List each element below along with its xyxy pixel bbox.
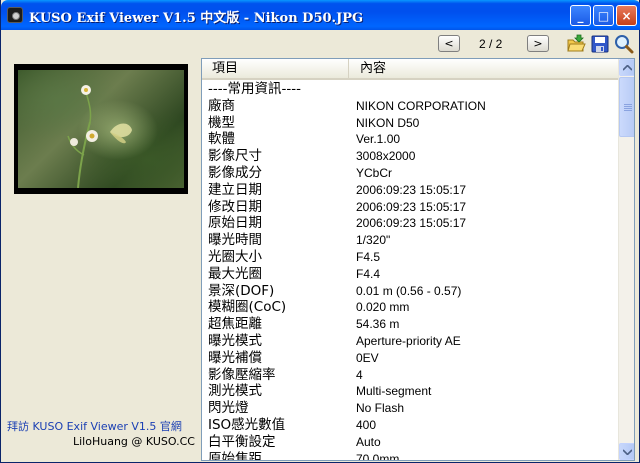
page-indicator: 2 / 2 <box>479 37 503 51</box>
item-value: 0EV <box>356 350 379 365</box>
item-name: 機型 <box>208 114 235 131</box>
item-name: 最大光圈 <box>208 265 262 282</box>
item-value: 400 <box>356 417 377 432</box>
item-name: 影像壓縮率 <box>208 366 276 383</box>
list-item[interactable]: 軟體 Ver.1.00 <box>202 131 618 148</box>
item-name: 景深(DOF) <box>208 282 275 299</box>
column-header-item[interactable]: 項目 <box>202 59 349 78</box>
item-name: ISO感光數值 <box>208 416 286 433</box>
item-value: 0.020 mm <box>356 300 410 315</box>
item-value: 70.0mm <box>356 451 400 461</box>
column-header-content[interactable]: 內容 <box>350 59 618 78</box>
item-name: 軟體 <box>208 131 235 148</box>
item-name: 影像尺寸 <box>208 148 262 165</box>
photo-thumbnail <box>18 70 184 188</box>
list-rows: ----常用資訊---- 廠商 NIKON CORPORATION 機型 NIKON D… <box>202 81 618 461</box>
scroll-thumb[interactable] <box>619 77 634 137</box>
item-name: 原始焦距 <box>208 450 262 461</box>
item-value: 3008x2000 <box>356 149 416 164</box>
list-item[interactable]: 最大光圈 F4.4 <box>202 266 618 283</box>
item-name: 模糊圈(CoC) <box>208 299 287 316</box>
scroll-up-button[interactable] <box>619 59 634 76</box>
list-item[interactable]: 廠商 NIKON CORPORATION <box>202 98 618 115</box>
title-bar[interactable]: KUSO Exif Viewer V1.5 中文版 - Nikon D50.JP… <box>1 0 640 30</box>
list-item[interactable]: 閃光燈 No Flash <box>202 400 618 417</box>
item-value: NIKON CORPORATION <box>356 98 486 113</box>
list-item[interactable]: 白平衡設定 Auto <box>202 434 618 451</box>
list-item[interactable]: 景深(DOF) 0.01 m (0.56 - 0.57) <box>202 283 618 300</box>
item-value: Multi-segment <box>356 384 432 399</box>
minimize-button[interactable]: _ <box>570 5 591 26</box>
item-name: 閃光燈 <box>208 400 249 417</box>
item-value: NIKON D50 <box>356 115 420 130</box>
item-name: 曝光補償 <box>208 349 262 366</box>
list-item[interactable]: 修改日期 2006:09:23 15:05:17 <box>202 199 618 216</box>
item-name: 原始日期 <box>208 215 262 232</box>
item-name: 影像成分 <box>208 164 262 181</box>
item-value: Auto <box>356 434 381 449</box>
list-item[interactable]: 影像成分 YCbCr <box>202 165 618 182</box>
item-value: 2006:09:23 15:05:17 <box>356 216 467 231</box>
item-name: 曝光時間 <box>208 232 262 249</box>
item-value: F4.4 <box>356 266 381 281</box>
item-name: 曝光模式 <box>208 332 262 349</box>
item-value: 2006:09:23 15:05:17 <box>356 182 467 197</box>
list-item[interactable]: 光圈大小 F4.5 <box>202 249 618 266</box>
list-item[interactable]: 機型 NIKON D50 <box>202 115 618 132</box>
maximize-button[interactable]: □ <box>593 5 614 26</box>
previous-image-button[interactable]: < <box>438 35 460 52</box>
author-credit: LiloHuang @ KUSO.CC <box>73 435 195 448</box>
camera-icon <box>7 7 23 23</box>
item-name: ----常用資訊---- <box>208 81 301 97</box>
list-item[interactable]: 建立日期 2006:09:23 15:05:17 <box>202 182 618 199</box>
item-name: 白平衡設定 <box>208 433 276 450</box>
item-value: Aperture-priority AE <box>356 333 461 348</box>
item-value: Ver.1.00 <box>356 132 401 147</box>
save-icon[interactable] <box>590 34 610 54</box>
list-item[interactable]: 曝光補償 0EV <box>202 350 618 367</box>
window-title: KUSO Exif Viewer V1.5 中文版 - Nikon D50.JP… <box>29 11 364 26</box>
app-window: KUSO Exif Viewer V1.5 中文版 - Nikon D50.JP… <box>0 0 640 463</box>
item-name: 建立日期 <box>208 181 262 198</box>
item-value: 4 <box>356 367 363 382</box>
list-item[interactable]: 曝光時間 1/320" <box>202 232 618 249</box>
grip-icon <box>624 104 632 112</box>
list-item[interactable]: ----常用資訊---- <box>202 81 618 98</box>
item-value: 54.36 m <box>356 317 400 332</box>
arrow-down-icon <box>623 448 632 455</box>
item-value: F4.5 <box>356 249 381 264</box>
item-name: 修改日期 <box>208 198 262 215</box>
list-item[interactable]: 原始焦距 70.0mm <box>202 450 618 461</box>
list-item[interactable]: 超焦距離 54.36 m <box>202 316 618 333</box>
list-item[interactable]: ISO感光數值 400 <box>202 417 618 434</box>
item-value: 1/320" <box>356 233 391 248</box>
open-folder-icon[interactable] <box>566 34 586 54</box>
list-item[interactable]: 影像尺寸 3008x2000 <box>202 148 618 165</box>
item-value: 0.01 m (0.56 - 0.57) <box>356 283 462 298</box>
magnifier-icon[interactable] <box>614 34 634 54</box>
exif-list[interactable]: 項目 內容 ----常用資訊---- 廠商 NIKON CORPORATION 機型 N… <box>201 58 635 461</box>
list-item[interactable]: 原始日期 2006:09:23 15:05:17 <box>202 215 618 232</box>
vertical-scrollbar[interactable] <box>618 59 634 460</box>
image-preview[interactable] <box>14 64 188 194</box>
arrow-up-icon <box>623 64 632 71</box>
list-item[interactable]: 影像壓縮率 4 <box>202 367 618 384</box>
list-header: 項目 內容 <box>202 59 618 80</box>
item-name: 超焦距離 <box>208 316 262 333</box>
item-name: 廠商 <box>208 97 235 114</box>
close-button[interactable]: × <box>616 5 637 26</box>
next-image-button[interactable]: > <box>527 35 549 52</box>
item-value: 2006:09:23 15:05:17 <box>356 199 467 214</box>
item-name: 測光模式 <box>208 383 262 400</box>
visit-website-link[interactable]: 拜訪 KUSO Exif Viewer V1.5 官網 <box>7 418 182 434</box>
list-item[interactable]: 測光模式 Multi-segment <box>202 383 618 400</box>
scroll-down-button[interactable] <box>619 443 634 460</box>
item-name: 光圈大小 <box>208 248 262 265</box>
list-item[interactable]: 模糊圈(CoC) 0.020 mm <box>202 299 618 316</box>
list-item[interactable]: 曝光模式 Aperture-priority AE <box>202 333 618 350</box>
item-value: YCbCr <box>356 165 393 180</box>
item-value: No Flash <box>356 401 405 416</box>
